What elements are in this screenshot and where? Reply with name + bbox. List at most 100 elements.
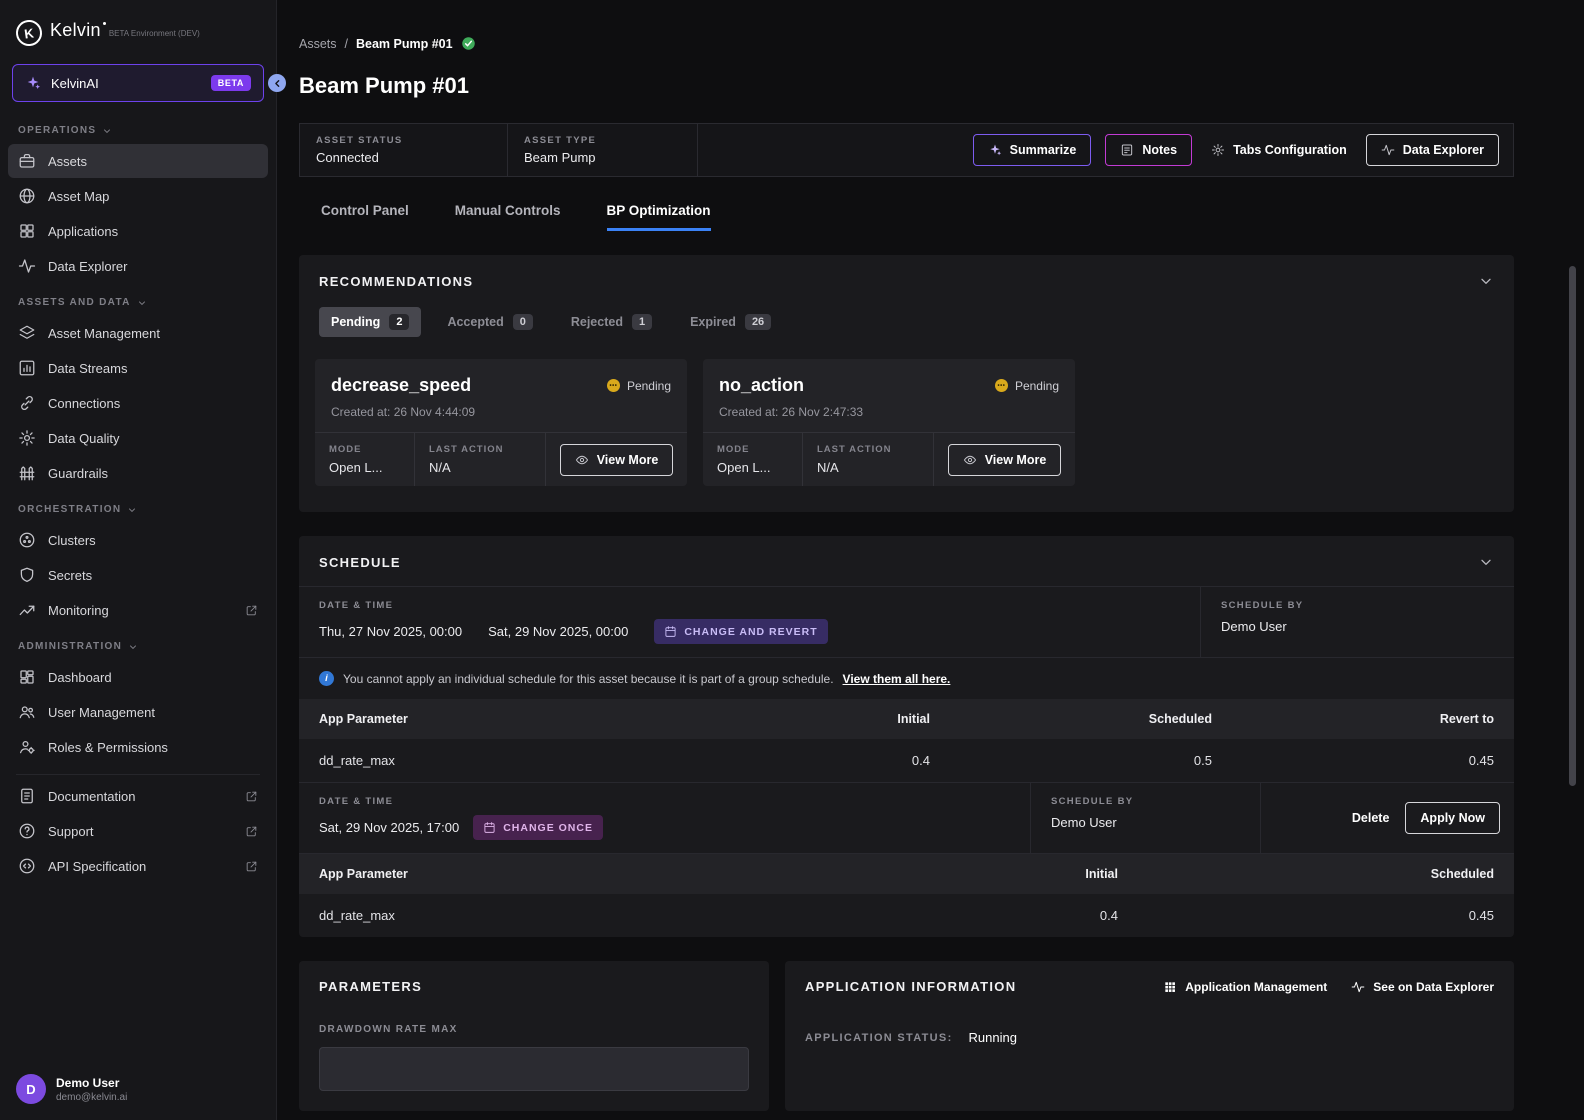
filter-accepted[interactable]: Accepted 0 [435, 307, 544, 337]
calendar-icon [664, 625, 677, 638]
chevron-down-icon [1478, 273, 1494, 289]
cell-initial: 0.4 [766, 908, 1119, 923]
summarize-button[interactable]: Summarize [973, 134, 1092, 166]
col-initial: Initial [695, 712, 930, 726]
drawdown-rate-max-input[interactable] [319, 1047, 749, 1091]
change-and-revert-label: CHANGE AND REVERT [684, 626, 817, 638]
filter-count-badge: 2 [389, 314, 409, 330]
status-badge: ••• Pending [995, 379, 1059, 393]
calendar-icon [483, 821, 496, 834]
external-link-icon [245, 604, 258, 617]
sidebar-item-guardrails[interactable]: Guardrails [8, 456, 268, 490]
apply-now-button[interactable]: Apply Now [1405, 802, 1500, 834]
application-status-label: APPLICATION STATUS: [805, 1032, 953, 1044]
sidebar-item-data-explorer[interactable]: Data Explorer [8, 249, 268, 283]
sidebar-item-data-quality[interactable]: Data Quality [8, 421, 268, 455]
view-more-button[interactable]: View More [560, 444, 674, 476]
breadcrumb: Assets / Beam Pump #01 [299, 0, 1514, 51]
sidebar-item-connections[interactable]: Connections [8, 386, 268, 420]
tab-control-panel[interactable]: Control Panel [321, 203, 409, 231]
created-at: Created at: 26 Nov 4:44:09 [331, 405, 671, 419]
change-once-button[interactable]: CHANGE ONCE [473, 815, 603, 840]
sidebar-item-label: Data Quality [48, 431, 120, 446]
cell-scheduled: 0.45 [1118, 908, 1494, 923]
filter-pending[interactable]: Pending 2 [319, 307, 421, 337]
sidebar-item-roles-permissions[interactable]: Roles & Permissions [8, 730, 268, 764]
kelvin-logo-icon: K [14, 18, 43, 47]
sidebar-section-operations[interactable]: OPERATIONS [0, 112, 276, 143]
change-and-revert-button[interactable]: CHANGE AND REVERT [654, 619, 827, 644]
breadcrumb-root[interactable]: Assets [299, 37, 337, 51]
view-them-all-link[interactable]: View them all here. [843, 672, 951, 686]
application-management-link[interactable]: Application Management [1163, 980, 1327, 994]
sidebar-item-assets[interactable]: Assets [8, 144, 268, 178]
sidebar-item-label: Assets [48, 154, 87, 169]
schedule-actions-cell: Delete Apply Now [1260, 783, 1514, 853]
recommendation-card-bottom: MODE Open L... LAST ACTION N/A View More [315, 432, 687, 486]
sidebar-item-clusters[interactable]: Clusters [8, 523, 268, 557]
chevron-down-icon [137, 298, 147, 308]
recommendation-card-top: no_action ••• Pending Created at: 26 Nov… [703, 359, 1075, 432]
sidebar-item-kelvinai[interactable]: KelvinAI BETA [12, 64, 264, 102]
sidebar-collapse-button[interactable] [268, 74, 286, 92]
pending-dot-icon: ••• [995, 379, 1008, 392]
sidebar-section-administration[interactable]: ADMINISTRATION [0, 628, 276, 659]
sidebar-item-monitoring[interactable]: Monitoring [8, 593, 268, 627]
breadcrumb-separator: / [345, 37, 348, 51]
sidebar-item-label: Applications [48, 224, 118, 239]
delete-button[interactable]: Delete [1352, 811, 1390, 825]
schedule-header[interactable]: SCHEDULE [299, 536, 1514, 586]
apps-grid-icon [18, 222, 36, 240]
user-email: demo@kelvin.ai [56, 1092, 127, 1103]
chevron-down-icon [1478, 554, 1494, 570]
tabs-configuration-button[interactable]: Tabs Configuration [1206, 134, 1352, 166]
recommendation-card-bottom: MODE Open L... LAST ACTION N/A View More [703, 432, 1075, 486]
sidebar-item-asset-management[interactable]: Asset Management [8, 316, 268, 350]
asset-type-cell: ASSET TYPE Beam Pump [508, 124, 698, 176]
filter-label: Expired [690, 315, 736, 329]
environment-label: BETA Environment (DEV) [109, 29, 200, 38]
schedule-datetime-cell: DATE & TIME Thu, 27 Nov 2025, 00:00 Sat,… [299, 587, 1200, 657]
waveform-icon [18, 257, 36, 275]
sidebar-section-orchestration[interactable]: ORCHESTRATION [0, 491, 276, 522]
last-action-label: LAST ACTION [817, 444, 919, 455]
vertical-scrollbar[interactable] [1569, 266, 1576, 786]
sidebar-item-label: Connections [48, 396, 120, 411]
recommendations-header[interactable]: RECOMMENDATIONS [299, 255, 1514, 305]
sidebar-item-documentation[interactable]: Documentation [8, 779, 268, 813]
mode-cell: MODE Open L... [315, 433, 415, 486]
schedule-datetime-cell: DATE & TIME Sat, 29 Nov 2025, 17:00 CHAN… [299, 783, 1030, 853]
kelvinai-label: KelvinAI [51, 76, 99, 91]
tab-manual-controls[interactable]: Manual Controls [455, 203, 561, 231]
main-content: Assets / Beam Pump #01 Beam Pump #01 ASS… [277, 0, 1584, 1120]
sidebar-item-support[interactable]: Support [8, 814, 268, 848]
user-menu[interactable]: D Demo User demo@kelvin.ai [0, 1060, 276, 1120]
sidebar-item-api-specification[interactable]: API Specification [8, 849, 268, 883]
data-explorer-button[interactable]: Data Explorer [1366, 134, 1499, 166]
eye-icon [575, 453, 589, 467]
help-icon [18, 822, 36, 840]
gear-icon [1211, 143, 1225, 157]
filter-rejected[interactable]: Rejected 1 [559, 307, 664, 337]
sidebar-item-data-streams[interactable]: Data Streams [8, 351, 268, 385]
sidebar-item-asset-map[interactable]: Asset Map [8, 179, 268, 213]
mode-cell: MODE Open L... [703, 433, 803, 486]
see-on-data-explorer-link[interactable]: See on Data Explorer [1351, 980, 1494, 994]
view-more-button[interactable]: View More [948, 444, 1062, 476]
status-badge: ••• Pending [607, 379, 671, 393]
filter-expired[interactable]: Expired 26 [678, 307, 783, 337]
sidebar-item-label: Monitoring [48, 603, 109, 618]
sidebar-section-assets-and-data[interactable]: ASSETS AND DATA [0, 284, 276, 315]
tab-bp-optimization[interactable]: BP Optimization [607, 203, 711, 231]
notes-button[interactable]: Notes [1105, 134, 1192, 166]
filter-label: Rejected [571, 315, 623, 329]
cell-app-parameter: dd_rate_max [319, 753, 695, 768]
sidebar-item-user-management[interactable]: User Management [8, 695, 268, 729]
sidebar-item-secrets[interactable]: Secrets [8, 558, 268, 592]
last-action-value: N/A [817, 460, 919, 475]
sidebar-item-applications[interactable]: Applications [8, 214, 268, 248]
sidebar-item-label: User Management [48, 705, 155, 720]
sidebar-item-dashboard[interactable]: Dashboard [8, 660, 268, 694]
briefcase-icon [18, 152, 36, 170]
col-app-parameter: App Parameter [319, 867, 766, 881]
